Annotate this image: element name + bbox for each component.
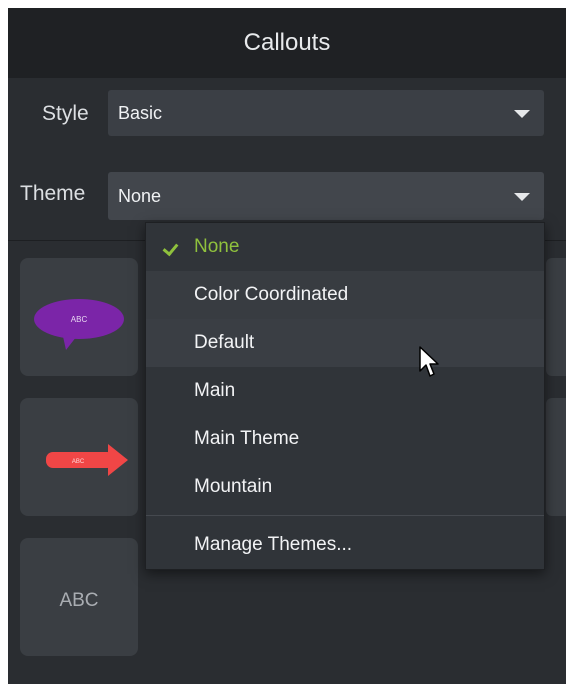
- callout-tile-partial[interactable]: [546, 398, 566, 516]
- checkmark-icon: [162, 239, 179, 257]
- style-value: Basic: [118, 102, 163, 123]
- menu-item-default[interactable]: Default: [146, 319, 544, 367]
- theme-value: None: [118, 185, 162, 206]
- manage-themes-item[interactable]: Manage Themes...: [146, 521, 544, 569]
- speech-bubble-callout-tile[interactable]: ABC: [20, 258, 138, 376]
- text-callout-tile[interactable]: ABC: [20, 538, 138, 656]
- menu-item-label: Manage Themes...: [194, 534, 353, 555]
- menu-item-main-theme[interactable]: Main Theme: [146, 415, 544, 463]
- theme-dropdown-menu: None Color Coordinated Default Main Main…: [145, 222, 545, 570]
- menu-item-label: Main Theme: [194, 428, 300, 449]
- menu-item-none[interactable]: None: [146, 223, 544, 271]
- menu-item-label: Mountain: [194, 476, 273, 497]
- arrow-callout-text: ABC: [72, 459, 85, 465]
- menu-item-label: Default: [194, 332, 255, 353]
- style-label: Style: [42, 102, 89, 125]
- text-callout-text: ABC: [59, 590, 98, 611]
- menu-item-label: Main: [194, 380, 236, 401]
- text-callout-icon: ABC: [59, 590, 98, 611]
- chevron-down-icon: [514, 193, 530, 201]
- mouse-cursor-icon: [419, 346, 439, 377]
- theme-dropdown[interactable]: None: [108, 172, 544, 220]
- menu-item-label: Color Coordinated: [194, 284, 349, 305]
- menu-item-label: None: [194, 236, 240, 257]
- callout-tile-partial[interactable]: [546, 258, 566, 376]
- style-dropdown[interactable]: Basic: [108, 90, 544, 136]
- chevron-down-icon: [514, 110, 530, 118]
- theme-label: Theme: [20, 182, 86, 205]
- menu-item-color-coordinated[interactable]: Color Coordinated: [146, 271, 544, 319]
- speech-bubble-text: ABC: [71, 315, 88, 324]
- menu-item-mountain[interactable]: Mountain: [146, 463, 544, 511]
- panel-header: Callouts: [8, 8, 566, 78]
- arrow-callout-icon: ABC: [46, 444, 128, 476]
- menu-item-main[interactable]: Main: [146, 367, 544, 415]
- panel-title: Callouts: [243, 29, 331, 56]
- speech-bubble-icon: ABC: [34, 299, 124, 350]
- arrow-callout-tile[interactable]: ABC: [20, 398, 138, 516]
- menu-separator: [146, 515, 544, 516]
